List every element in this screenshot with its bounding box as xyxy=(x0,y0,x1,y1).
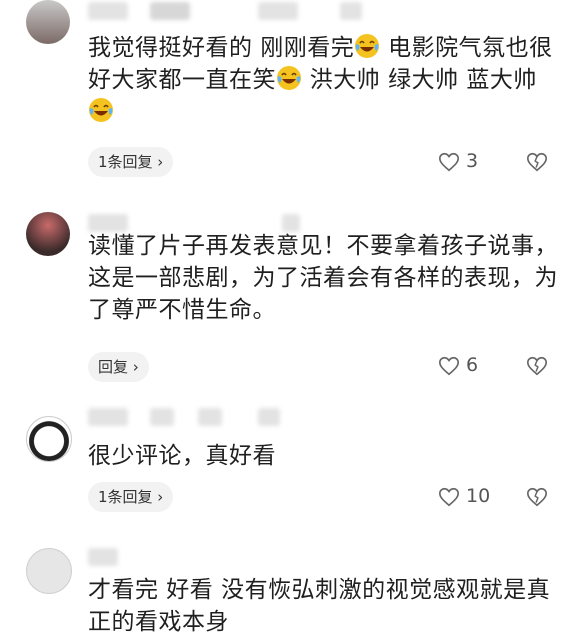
broken-heart-icon[interactable] xyxy=(526,151,548,173)
comment-text: 读懂了片子再发表意见！不要拿着孩子说事，这是一部悲剧，为了活着会有各样的表现，为… xyxy=(88,233,558,323)
username-blurred[interactable] xyxy=(150,2,190,20)
avatar[interactable] xyxy=(26,548,72,594)
heart-outline-icon[interactable] xyxy=(438,355,460,377)
username-blurred[interactable] xyxy=(88,408,128,426)
username-blurred[interactable] xyxy=(150,408,174,426)
comment-text: 我觉得挺好看的 刚刚看完 电影院气氛也很好大家都一直在笑 洪大帅 绿大帅 蓝大帅 xyxy=(88,32,558,128)
avatar[interactable] xyxy=(26,416,72,462)
heart-outline-icon[interactable] xyxy=(438,486,460,508)
laughing-tears-emoji xyxy=(354,33,380,59)
laughing-tears-emoji xyxy=(276,65,302,91)
like-count: 10 xyxy=(466,485,491,507)
heart-outline-icon[interactable] xyxy=(438,151,460,173)
broken-heart-icon[interactable] xyxy=(526,486,548,508)
view-replies-button[interactable]: 1条回复 › xyxy=(88,147,174,177)
username-blurred[interactable] xyxy=(258,408,280,426)
reply-button[interactable]: 回复 › xyxy=(88,352,149,382)
comment-text: 很少评论，真好看 xyxy=(88,443,276,469)
username-blurred[interactable] xyxy=(340,2,362,20)
username-blurred[interactable] xyxy=(88,2,128,20)
like-count: 3 xyxy=(466,150,479,172)
username-blurred[interactable] xyxy=(258,2,298,20)
username-blurred[interactable] xyxy=(198,408,222,426)
comment-text: 才看完 好看 没有恢弘刺激的视觉感观就是真正的看戏本身 xyxy=(88,577,551,635)
laughing-tears-emoji xyxy=(88,97,114,123)
username-blurred[interactable] xyxy=(88,548,118,566)
avatar[interactable] xyxy=(26,212,70,256)
view-replies-button[interactable]: 1条回复 › xyxy=(88,482,174,512)
like-count: 6 xyxy=(466,354,479,376)
avatar[interactable] xyxy=(26,0,70,44)
broken-heart-icon[interactable] xyxy=(526,355,548,377)
